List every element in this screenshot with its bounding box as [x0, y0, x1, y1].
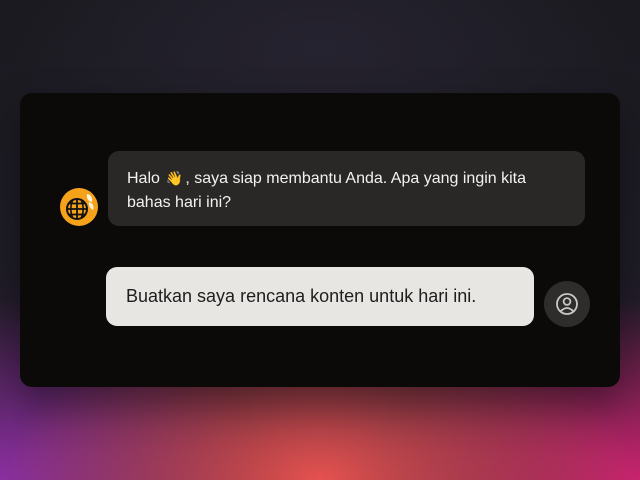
bot-message-bubble: Halo 👋, saya siap membantu Anda. Apa yang… [108, 151, 585, 226]
user-avatar[interactable] [544, 281, 590, 327]
bot-avatar [60, 188, 98, 226]
bot-message-greeting: Halo [127, 170, 160, 187]
user-message-text: Buatkan saya rencana konten untuk hari i… [126, 286, 477, 306]
globe-leaf-icon [60, 188, 98, 226]
user-message-bubble: Buatkan saya rencana konten untuk hari i… [106, 267, 534, 326]
chat-panel: Halo 👋, saya siap membantu Anda. Apa yang… [20, 93, 620, 387]
user-circle-icon [544, 281, 590, 327]
bot-message-text: , saya siap membantu Anda. Apa yang ingi… [127, 170, 527, 211]
waving-hand-emoji: 👋 [165, 171, 184, 187]
